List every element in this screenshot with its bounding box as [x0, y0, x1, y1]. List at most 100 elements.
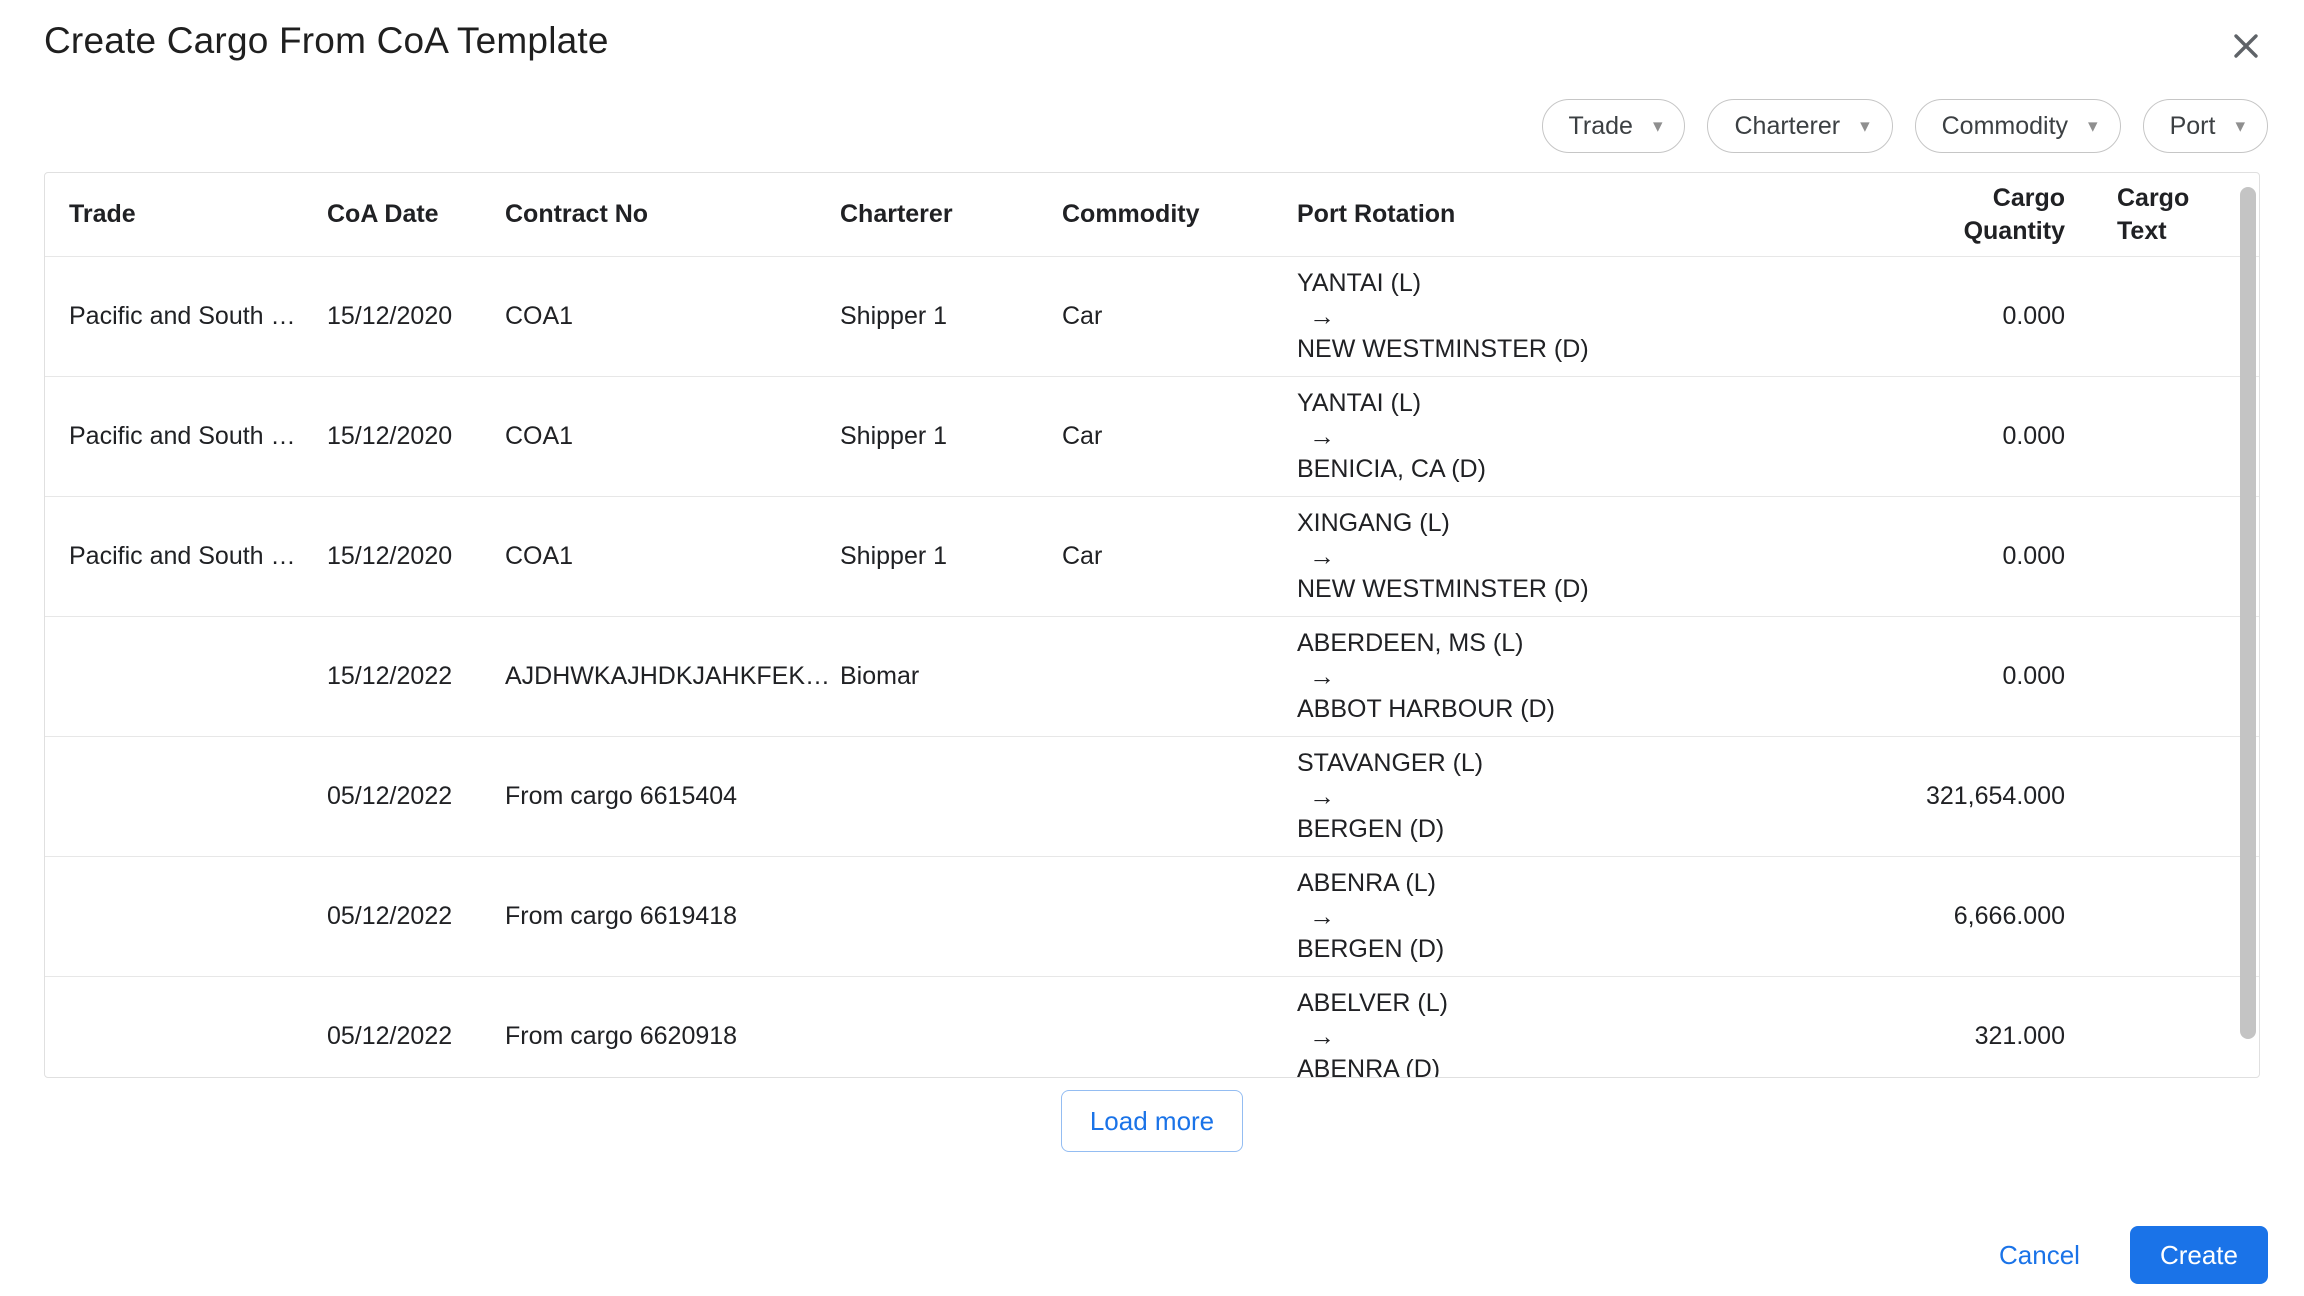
cell-cargo-quantity: 0.000 [1901, 300, 2081, 333]
port-segment: ABERDEEN, MS (L) [1297, 629, 1523, 657]
cell-coa-date: 15/12/2020 [327, 420, 505, 453]
port-segment: →ABBOT HARBOUR (D) [1297, 660, 1889, 723]
cell-cargo-quantity: 0.000 [1901, 660, 2081, 693]
route-arrow-icon: → [1309, 540, 1877, 573]
cell-cargo-quantity: 6,666.000 [1901, 900, 2081, 933]
cell-port-rotation: STAVANGER (L) →BERGEN (D) [1297, 737, 1901, 856]
create-button[interactable]: Create [2130, 1226, 2268, 1284]
port-segment: YANTAI (L) [1297, 269, 1421, 297]
cell-trade: Pacific and South … [69, 420, 327, 453]
column-header-charterer: Charterer [840, 198, 1062, 231]
port-segment: →BENICIA, CA (D) [1297, 420, 1889, 483]
column-header-coa-date: CoA Date [327, 198, 505, 231]
filter-port-label: Port [2170, 112, 2216, 141]
filter-charterer-dropdown[interactable]: Charterer ▾ [1707, 99, 1892, 153]
cell-port-rotation: ABERDEEN, MS (L) →ABBOT HARBOUR (D) [1297, 617, 1901, 736]
cell-contract-no: AJDHWKAJHDKJAHKFEK… [505, 660, 840, 693]
cell-coa-date: 05/12/2022 [327, 780, 505, 813]
cell-contract-no: From cargo 6620918 [505, 1020, 840, 1053]
port-segment: XINGANG (L) [1297, 509, 1450, 537]
cell-cargo-quantity: 0.000 [1901, 540, 2081, 573]
cell-commodity: Car [1062, 420, 1297, 453]
port-segment: →BERGEN (D) [1297, 900, 1889, 963]
cell-port-rotation: XINGANG (L) →NEW WESTMINSTER (D) [1297, 497, 1901, 616]
filter-port-dropdown[interactable]: Port ▾ [2143, 99, 2268, 153]
chevron-down-icon: ▾ [1860, 117, 1870, 136]
cell-coa-date: 15/12/2020 [327, 540, 505, 573]
column-header-port-rotation: Port Rotation [1297, 198, 1901, 231]
port-segment: ABELVER (L) [1297, 989, 1448, 1017]
dialog-footer: Cancel Create [1999, 1226, 2268, 1284]
port-segment: ABENRA (L) [1297, 869, 1436, 897]
cell-cargo-quantity: 0.000 [1901, 420, 2081, 453]
table-row[interactable]: Pacific and South …15/12/2020COA1Shipper… [45, 497, 2259, 617]
route-arrow-icon: → [1309, 1020, 1877, 1053]
table-row[interactable]: 05/12/2022From cargo 6619418 ABENRA (L) →B… [45, 857, 2259, 977]
filter-charterer-label: Charterer [1734, 112, 1840, 141]
cell-cargo-quantity: 321.000 [1901, 1020, 2081, 1053]
filter-row: Trade ▾ Charterer ▾ Commodity ▾ Port ▾ [1542, 99, 2268, 153]
cell-commodity: Car [1062, 540, 1297, 573]
cell-port-rotation: YANTAI (L) →BENICIA, CA (D) [1297, 377, 1901, 496]
cell-trade: Pacific and South … [69, 300, 327, 333]
cell-contract-no: COA1 [505, 540, 840, 573]
coa-template-table: Trade CoA Date Contract No Charterer Com… [44, 172, 2260, 1078]
table-row[interactable]: 15/12/2022AJDHWKAJHDKJAHKFEK…Biomar ABERD… [45, 617, 2259, 737]
cell-coa-date: 05/12/2022 [327, 1020, 505, 1053]
table-body: Pacific and South …15/12/2020COA1Shipper… [45, 257, 2259, 1078]
table-row[interactable]: 05/12/2022From cargo 6615404 STAVANGER (L… [45, 737, 2259, 857]
route-arrow-icon: → [1309, 900, 1877, 933]
column-header-cargo-text: Cargo Text [2081, 182, 2241, 248]
scrollbar-thumb[interactable] [2240, 187, 2256, 1039]
cell-coa-date: 05/12/2022 [327, 900, 505, 933]
cell-contract-no: COA1 [505, 420, 840, 453]
port-segment: →NEW WESTMINSTER (D) [1297, 300, 1889, 363]
load-more-row: Load more [0, 1090, 2304, 1152]
chevron-down-icon: ▾ [1653, 117, 1663, 136]
table-row[interactable]: Pacific and South …15/12/2020COA1Shipper… [45, 257, 2259, 377]
close-icon [2226, 26, 2266, 66]
cell-contract-no: From cargo 6615404 [505, 780, 840, 813]
cell-charterer: Shipper 1 [840, 300, 1062, 333]
filter-trade-label: Trade [1569, 112, 1633, 141]
port-segment: →NEW WESTMINSTER (D) [1297, 540, 1889, 603]
route-arrow-icon: → [1309, 780, 1877, 813]
column-header-commodity: Commodity [1062, 198, 1297, 231]
port-segment: YANTAI (L) [1297, 389, 1421, 417]
cell-contract-no: From cargo 6619418 [505, 900, 840, 933]
chevron-down-icon: ▾ [2088, 117, 2098, 136]
port-segment: STAVANGER (L) [1297, 749, 1483, 777]
cell-cargo-quantity: 321,654.000 [1901, 780, 2081, 813]
cell-port-rotation: ABENRA (L) →BERGEN (D) [1297, 857, 1901, 976]
route-arrow-icon: → [1309, 660, 1877, 693]
cell-charterer: Shipper 1 [840, 420, 1062, 453]
chevron-down-icon: ▾ [2235, 117, 2245, 136]
table-header-row: Trade CoA Date Contract No Charterer Com… [45, 173, 2259, 257]
filter-commodity-label: Commodity [1942, 112, 2068, 141]
cell-coa-date: 15/12/2020 [327, 300, 505, 333]
port-segment: →BERGEN (D) [1297, 780, 1889, 843]
table-row[interactable]: Pacific and South …15/12/2020COA1Shipper… [45, 377, 2259, 497]
load-more-button[interactable]: Load more [1061, 1090, 1243, 1152]
cancel-button[interactable]: Cancel [1999, 1240, 2080, 1271]
column-header-trade: Trade [69, 198, 327, 231]
cell-port-rotation: YANTAI (L) →NEW WESTMINSTER (D) [1297, 257, 1901, 376]
cell-contract-no: COA1 [505, 300, 840, 333]
cell-charterer: Biomar [840, 660, 1062, 693]
route-arrow-icon: → [1309, 300, 1877, 333]
table-row[interactable]: 05/12/2022From cargo 6620918 ABELVER (L) →… [45, 977, 2259, 1078]
filter-commodity-dropdown[interactable]: Commodity ▾ [1915, 99, 2121, 153]
cell-trade: Pacific and South … [69, 540, 327, 573]
close-button[interactable] [2224, 24, 2268, 68]
filter-trade-dropdown[interactable]: Trade ▾ [1542, 99, 1686, 153]
cell-port-rotation: ABELVER (L) →ABENRA (D) [1297, 977, 1901, 1078]
cell-charterer: Shipper 1 [840, 540, 1062, 573]
port-segment: →ABENRA (D) [1297, 1020, 1889, 1078]
cell-coa-date: 15/12/2022 [327, 660, 505, 693]
column-header-contract-no: Contract No [505, 198, 840, 231]
cell-commodity: Car [1062, 300, 1297, 333]
route-arrow-icon: → [1309, 420, 1877, 453]
page-title: Create Cargo From CoA Template [44, 20, 609, 62]
column-header-cargo-quantity: Cargo Quantity [1901, 182, 2081, 248]
table-scrollbar[interactable] [2240, 179, 2256, 1071]
